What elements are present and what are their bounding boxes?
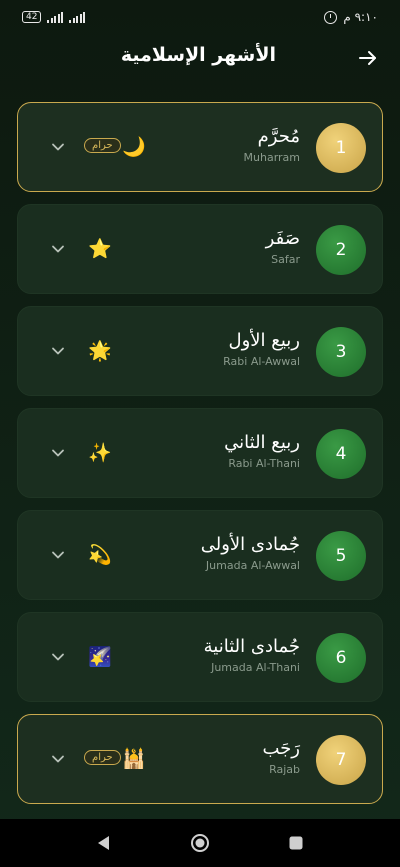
month-arabic-name: جُمادى الثانية [203, 636, 300, 657]
app-screen: 42 ٩:١٠ م الأشهر الإسلامية 1 مُحرَّم Muh… [0, 0, 400, 867]
month-names: صَفَر Safar [266, 227, 300, 266]
month-english-name: Rajab [269, 763, 300, 776]
month-number-badge: 5 [316, 531, 366, 581]
month-arabic-name: جُمادى الأولى [200, 534, 300, 555]
month-number-badge: 7 [316, 735, 366, 785]
month-names: جُمادى الأولى Jumada Al-Awwal [201, 533, 300, 572]
month-emoji-icon: 🌟 [88, 340, 112, 362]
status-time: ٩:١٠ م [343, 10, 378, 24]
chevron-down-icon [52, 245, 64, 253]
month-english-name: Rabi Al-Awwal [223, 355, 300, 368]
month-card[interactable]: 7 رَجَب Rajab 🕌 حرام [17, 714, 383, 804]
month-arabic-name: رَجَب [262, 738, 301, 759]
month-emoji-icon: ✨ [88, 442, 112, 464]
month-emoji-icon: 🕌 [122, 748, 146, 770]
chevron-down-icon [52, 653, 64, 661]
back-button[interactable] [354, 44, 382, 72]
month-emoji-icon: 🌙 [122, 136, 146, 158]
expand-chevron-button[interactable] [50, 445, 66, 461]
signal-icon [47, 11, 64, 23]
expand-chevron-button[interactable] [50, 751, 66, 767]
month-names: رَجَب Rajab [263, 737, 301, 776]
header: الأشهر الإسلامية [0, 40, 400, 76]
nav-home-button[interactable] [188, 831, 212, 855]
month-names: مُحرَّم Muharram [244, 125, 300, 164]
chevron-down-icon [52, 347, 64, 355]
expand-chevron-button[interactable] [50, 343, 66, 359]
status-bar: 42 ٩:١٠ م [0, 0, 400, 34]
month-number-badge: 3 [316, 327, 366, 377]
month-emoji-icon: ⭐ [88, 238, 112, 260]
month-names: ربيع الأول Rabi Al-Awwal [223, 329, 300, 368]
chevron-down-icon [52, 551, 64, 559]
month-number-badge: 6 [316, 633, 366, 683]
nav-recents-button[interactable] [284, 831, 308, 855]
sacred-badge: حرام [84, 138, 121, 153]
expand-chevron-button[interactable] [50, 241, 66, 257]
system-nav-bar [0, 819, 400, 867]
circle-home-icon [191, 834, 209, 852]
nav-back-button[interactable] [92, 831, 116, 855]
status-right: ٩:١٠ م [324, 10, 378, 24]
expand-chevron-button[interactable] [50, 139, 66, 155]
month-arabic-name: صَفَر [265, 228, 300, 249]
status-left: 42 [22, 11, 86, 23]
month-number-badge: 4 [316, 429, 366, 479]
square-recents-icon [289, 836, 303, 850]
month-card[interactable]: 2 صَفَر Safar ⭐ [17, 204, 383, 294]
month-number-badge: 1 [316, 123, 366, 173]
month-emoji-icon: 💫 [88, 544, 112, 566]
month-english-name: Safar [271, 253, 300, 266]
month-arabic-name: مُحرَّم [257, 126, 300, 147]
sacred-badge: حرام [84, 750, 121, 765]
month-card[interactable]: 1 مُحرَّم Muharram 🌙 حرام [17, 102, 383, 192]
month-english-name: Jumada Al-Awwal [205, 559, 300, 572]
month-emoji-icon: 🌠 [88, 646, 112, 668]
month-card[interactable]: 6 جُمادى الثانية Jumada Al-Thani 🌠 [17, 612, 383, 702]
month-english-name: Rabi Al-Thani [228, 457, 300, 470]
month-names: ربيع الثاني Rabi Al-Thani [224, 431, 300, 470]
expand-chevron-button[interactable] [50, 649, 66, 665]
expand-chevron-button[interactable] [50, 547, 66, 563]
month-english-name: Muharram [243, 151, 300, 164]
month-card[interactable]: 3 ربيع الأول Rabi Al-Awwal 🌟 [17, 306, 383, 396]
chevron-down-icon [52, 449, 64, 457]
triangle-back-icon [98, 836, 109, 850]
month-list: 1 مُحرَّم Muharram 🌙 حرام 2 صَفَر Safar ⭐ [17, 102, 383, 816]
alarm-icon [324, 10, 338, 24]
page-title: الأشهر الإسلامية [120, 44, 276, 66]
month-card[interactable]: 4 ربيع الثاني Rabi Al-Thani ✨ [17, 408, 383, 498]
chevron-down-icon [52, 755, 64, 763]
arrow-right-icon [359, 51, 376, 65]
month-arabic-name: ربيع الثاني [224, 432, 300, 453]
month-names: جُمادى الثانية Jumada Al-Thani [204, 635, 300, 674]
chevron-down-icon [52, 143, 64, 151]
battery-icon: 42 [22, 11, 42, 23]
month-english-name: Jumada Al-Thani [211, 661, 300, 674]
signal-icon-2 [69, 11, 86, 23]
month-card[interactable]: 5 جُمادى الأولى Jumada Al-Awwal 💫 [17, 510, 383, 600]
month-arabic-name: ربيع الأول [228, 330, 300, 351]
month-number-badge: 2 [316, 225, 366, 275]
